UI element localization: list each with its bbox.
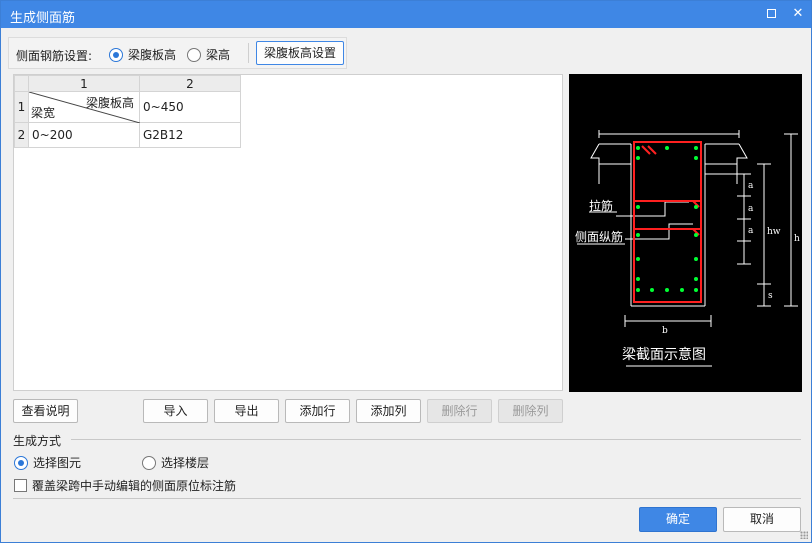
radio-beam-height-label: 梁高 [206, 48, 231, 62]
import-button[interactable]: 导入 [143, 399, 208, 423]
radio-select-element-label: 选择图元 [33, 456, 82, 470]
checkbox-unchecked-icon [14, 479, 27, 492]
close-icon: ✕ [792, 6, 804, 21]
dim-a-1: a [748, 181, 754, 191]
grid-cell-r1c2[interactable]: 0~450 [139, 91, 241, 123]
close-button[interactable]: ✕ [788, 5, 808, 23]
side-rebar-settings-toolbar: 侧面钢筋设置: 梁腹板高 梁高 梁腹板高设置 [8, 37, 347, 69]
radio-select-element[interactable]: 选择图元 [14, 454, 81, 471]
dim-a-3: a [748, 226, 754, 236]
dim-hw: hw [767, 227, 781, 237]
add-row-button[interactable]: 添加行 [285, 399, 350, 423]
radio-checked-icon [109, 47, 123, 62]
maximize-button[interactable] [761, 5, 781, 23]
radio-unchecked-icon [142, 455, 156, 470]
section-divider [71, 439, 801, 440]
delete-row-button[interactable]: 删除行 [427, 399, 492, 423]
radio-unchecked-icon [187, 47, 201, 62]
override-checkbox[interactable]: 覆盖梁跨中手动编辑的侧面原位标注筋 [14, 477, 236, 494]
dim-s: s [768, 291, 773, 301]
delete-column-button[interactable]: 删除列 [498, 399, 563, 423]
side-rebar-settings-label: 侧面钢筋设置: [16, 49, 93, 63]
help-button[interactable]: 查看说明 [13, 399, 78, 423]
column-header-2[interactable]: 2 [139, 75, 241, 92]
row-header-1[interactable]: 1 [14, 91, 29, 123]
generation-mode-label: 生成方式 [13, 434, 62, 448]
radio-web-height[interactable]: 梁腹板高 [109, 46, 176, 63]
beam-section-diagram: a a a hw h s b 拉筋 侧面纵筋 梁截面示意图 [569, 74, 802, 392]
dialog-window: 生成侧面筋 ✕ 侧面钢筋设置: 梁腹板高 梁高 梁腹板高设置 1 2 1 梁腹板… [0, 0, 812, 543]
diagonal-header-cell[interactable]: 梁腹板高 梁宽 [28, 91, 140, 123]
toolbar-separator [248, 43, 249, 63]
label-side-rebar: 侧面纵筋 [575, 229, 623, 244]
diag-header-web-height: 梁腹板高 [85, 96, 134, 110]
dim-h: h [794, 234, 800, 244]
ok-button[interactable]: 确定 [639, 507, 717, 532]
radio-beam-height[interactable]: 梁高 [187, 46, 230, 63]
cancel-button[interactable]: 取消 [723, 507, 801, 532]
grid-cell-r2c1[interactable]: 0~200 [28, 122, 140, 148]
row-header-2[interactable]: 2 [14, 122, 29, 148]
export-button[interactable]: 导出 [214, 399, 279, 423]
footer-divider [13, 498, 801, 499]
override-checkbox-label: 覆盖梁跨中手动编辑的侧面原位标注筋 [32, 479, 237, 493]
maximize-icon [766, 9, 776, 18]
beam-section-drawing: a a a hw h s b 拉筋 侧面纵筋 梁截面示意图 [575, 130, 800, 367]
grid-corner[interactable] [14, 75, 29, 92]
diag-header-beam-width: 梁宽 [31, 106, 56, 120]
add-column-button[interactable]: 添加列 [356, 399, 421, 423]
radio-select-floor[interactable]: 选择楼层 [142, 454, 209, 471]
column-header-1[interactable]: 1 [28, 75, 140, 92]
dim-a-2: a [748, 204, 754, 214]
web-height-settings-button[interactable]: 梁腹板高设置 [256, 41, 344, 65]
resize-grip-icon[interactable] [800, 531, 808, 539]
radio-select-floor-label: 选择楼层 [161, 456, 210, 470]
dim-b: b [662, 326, 668, 336]
window-title: 生成侧面筋 [10, 11, 76, 26]
radio-checked-icon [14, 455, 28, 470]
rebar-grid-panel[interactable]: 1 2 1 梁腹板高 梁宽 0~450 2 0~200 G2B12 [13, 74, 563, 391]
rebar-grid: 1 2 1 梁腹板高 梁宽 0~450 2 0~200 G2B12 [14, 75, 241, 148]
label-tie-rebar: 拉筋 [589, 198, 613, 213]
title-bar[interactable]: 生成侧面筋 ✕ [1, 1, 811, 28]
diagram-caption: 梁截面示意图 [622, 346, 706, 363]
radio-web-height-label: 梁腹板高 [128, 48, 177, 62]
grid-cell-r2c2[interactable]: G2B12 [139, 122, 241, 148]
